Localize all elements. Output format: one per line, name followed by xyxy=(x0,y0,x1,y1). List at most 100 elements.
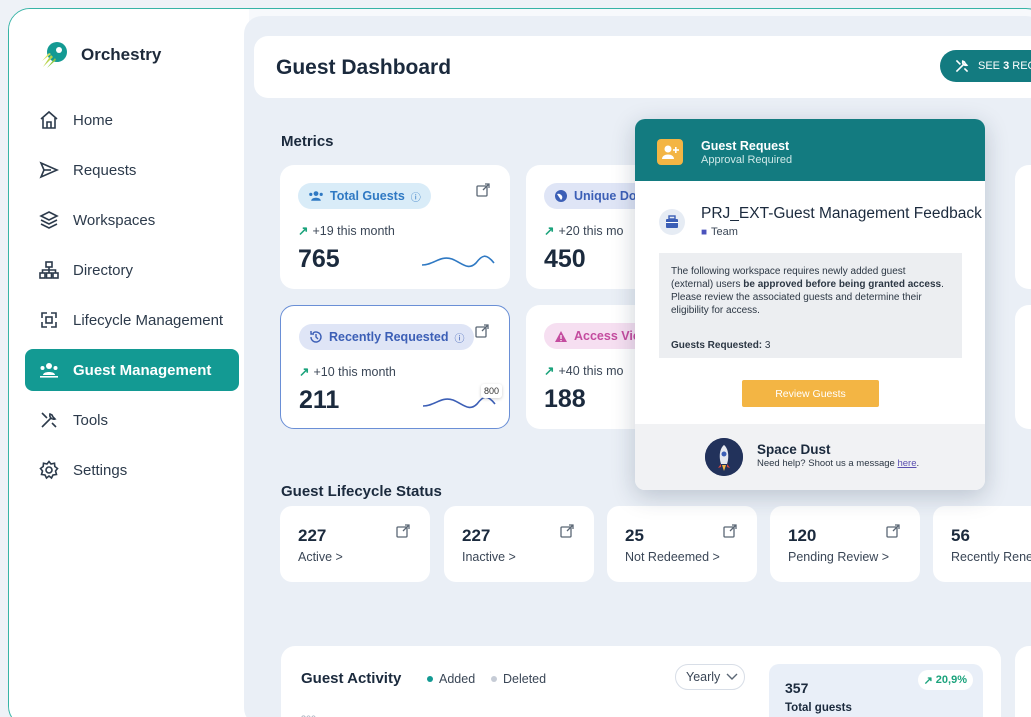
stat-label: Total guests xyxy=(785,702,852,714)
warning-icon xyxy=(555,330,567,342)
metric-trend: ↗ +10 this month xyxy=(299,364,396,380)
workspace-type-label: Team xyxy=(711,226,738,238)
review-guests-button[interactable]: Review Guests xyxy=(742,380,879,407)
external-link-icon[interactable] xyxy=(723,524,737,538)
metric-trend: ↗ +19 this month xyxy=(298,223,395,239)
trend-text: +19 this month xyxy=(312,223,395,238)
sidebar-item-workspaces[interactable]: Workspaces xyxy=(25,199,239,241)
sidebar-item-directory[interactable]: Directory xyxy=(25,249,239,291)
support-name: Space Dust xyxy=(757,442,831,457)
metric-label: Access Vic xyxy=(574,329,640,343)
sidebar-item-home[interactable]: Home xyxy=(25,99,239,141)
gear-icon xyxy=(39,460,59,480)
sidebar-item-guest-management[interactable]: Guest Management xyxy=(25,349,239,391)
info-icon[interactable]: ⓘ xyxy=(411,189,421,204)
metric-card-partial xyxy=(1015,305,1031,429)
trend-up-icon: ↗ xyxy=(923,674,933,687)
lifecycle-card-inactive[interactable]: 227 Inactive > xyxy=(444,506,594,582)
metric-chip: Access Vic xyxy=(544,323,650,349)
sparkline-tooltip: 800 xyxy=(481,384,503,398)
history-icon xyxy=(310,331,322,343)
popup-message: The following workspace requires newly a… xyxy=(659,253,962,358)
home-icon xyxy=(40,110,58,129)
period-value: Yearly xyxy=(686,670,721,684)
metric-card-total-guests[interactable]: Total Guests ⓘ ↗ +19 this month 765 xyxy=(280,165,510,289)
external-link-icon[interactable] xyxy=(560,524,574,538)
legend-deleted: Deleted xyxy=(491,672,546,686)
see-recommendations-button[interactable]: SEE 3 REC xyxy=(940,50,1031,82)
globe-icon xyxy=(555,190,567,202)
metric-label: Total Guests xyxy=(330,189,405,203)
logo[interactable]: Orchestry xyxy=(39,39,161,71)
help-link[interactable]: here xyxy=(897,458,916,469)
page-title: Guest Dashboard xyxy=(276,56,452,79)
lifecycle-value: 56 xyxy=(951,526,970,545)
sidebar-item-requests[interactable]: Requests xyxy=(25,149,239,191)
desc-bold: be approved before being granted access xyxy=(743,279,942,290)
activity-title: Guest Activity xyxy=(301,670,402,687)
briefcase-icon xyxy=(659,209,685,235)
sidebar-item-label: Lifecycle Management xyxy=(73,311,224,329)
guest-request-popup: Guest Request Approval Required PRJ_EXT-… xyxy=(635,119,985,490)
metric-value: 765 xyxy=(298,245,340,273)
trend-text: +20 this mo xyxy=(558,223,624,238)
metrics-heading: Metrics xyxy=(281,133,334,150)
metric-card-partial xyxy=(1015,165,1031,289)
sidebar-item-label: Tools xyxy=(73,411,109,429)
guest-activity-card: Guest Activity Added Deleted Yearly 800 … xyxy=(281,646,1001,717)
sidebar-item-label: Requests xyxy=(73,161,137,179)
lifecycle-value: 120 xyxy=(788,526,817,545)
lifecycle-card-pending-review[interactable]: 120 Pending Review > xyxy=(770,506,920,582)
trend-text: +40 this mo xyxy=(558,363,624,378)
metric-card-recently-requested[interactable]: Recently Requested ⓘ ↗ +10 this month 211… xyxy=(280,305,510,429)
external-link-icon[interactable] xyxy=(475,324,489,338)
send-icon xyxy=(39,161,59,179)
metric-chip: Total Guests ⓘ xyxy=(298,183,431,209)
legend-dot-added xyxy=(427,676,433,682)
trend-up-icon: ↗ xyxy=(299,365,310,379)
lifecycle-value: 25 xyxy=(625,526,644,545)
lifecycle-value: 227 xyxy=(462,526,491,545)
sidebar-item-lifecycle-management[interactable]: Lifecycle Management xyxy=(25,299,239,341)
info-icon[interactable]: ⓘ xyxy=(454,330,464,345)
lifecycle-label: Active > xyxy=(298,550,343,564)
external-link-icon[interactable] xyxy=(886,524,900,538)
metric-value: 211 xyxy=(299,386,340,414)
sidebar-item-tools[interactable]: Tools xyxy=(25,399,239,441)
chevron-down-icon xyxy=(726,673,738,680)
sidebar-item-label: Home xyxy=(73,111,114,129)
legend-dot-deleted xyxy=(491,676,497,682)
users-icon xyxy=(309,191,323,201)
sidebar-item-label: Directory xyxy=(73,261,134,279)
sidebar-item-label: Workspaces xyxy=(73,211,156,229)
sidebar-nav: Home Requests Workspaces Directory Lifec… xyxy=(25,99,239,499)
sparkline xyxy=(421,255,495,268)
lifecycle-card-active[interactable]: 227 Active > xyxy=(280,506,430,582)
popup-title: Guest Request xyxy=(701,139,790,153)
activity-card-partial xyxy=(1015,646,1031,717)
support-help: Need help? Shoot us a message here. xyxy=(757,458,919,469)
metric-value: 450 xyxy=(544,245,586,273)
metric-label: Unique Do xyxy=(574,189,637,203)
workspace-title: PRJ_EXT-Guest Management Feedback xyxy=(701,205,982,222)
metric-chip: Recently Requested ⓘ xyxy=(299,324,475,350)
trend-up-icon: ↗ xyxy=(544,364,555,378)
trend-text: +10 this month xyxy=(313,364,396,379)
period-select[interactable]: Yearly xyxy=(675,664,745,690)
metric-chip: Unique Do xyxy=(544,183,647,209)
sidebar-item-label: Settings xyxy=(73,461,128,479)
lifecycle-card-recently-renewed[interactable]: 56 Recently Rene xyxy=(933,506,1031,582)
rec-suffix: REC xyxy=(1012,60,1031,72)
popup-header: Guest Request Approval Required xyxy=(635,119,985,181)
lifecycle-card-not-redeemed[interactable]: 25 Not Redeemed > xyxy=(607,506,757,582)
tools-icon xyxy=(41,412,57,428)
space-dust-avatar xyxy=(705,438,743,476)
lifecycle-heading: Guest Lifecycle Status xyxy=(281,483,442,500)
sidebar-item-settings[interactable]: Settings xyxy=(25,449,239,491)
app-name: Orchestry xyxy=(81,45,162,64)
external-link-icon[interactable] xyxy=(476,183,490,197)
page-header: Guest Dashboard xyxy=(254,36,1031,98)
metric-value: 188 xyxy=(544,385,586,413)
external-link-icon[interactable] xyxy=(396,524,410,538)
sidebar-item-label: Guest Management xyxy=(73,361,212,379)
